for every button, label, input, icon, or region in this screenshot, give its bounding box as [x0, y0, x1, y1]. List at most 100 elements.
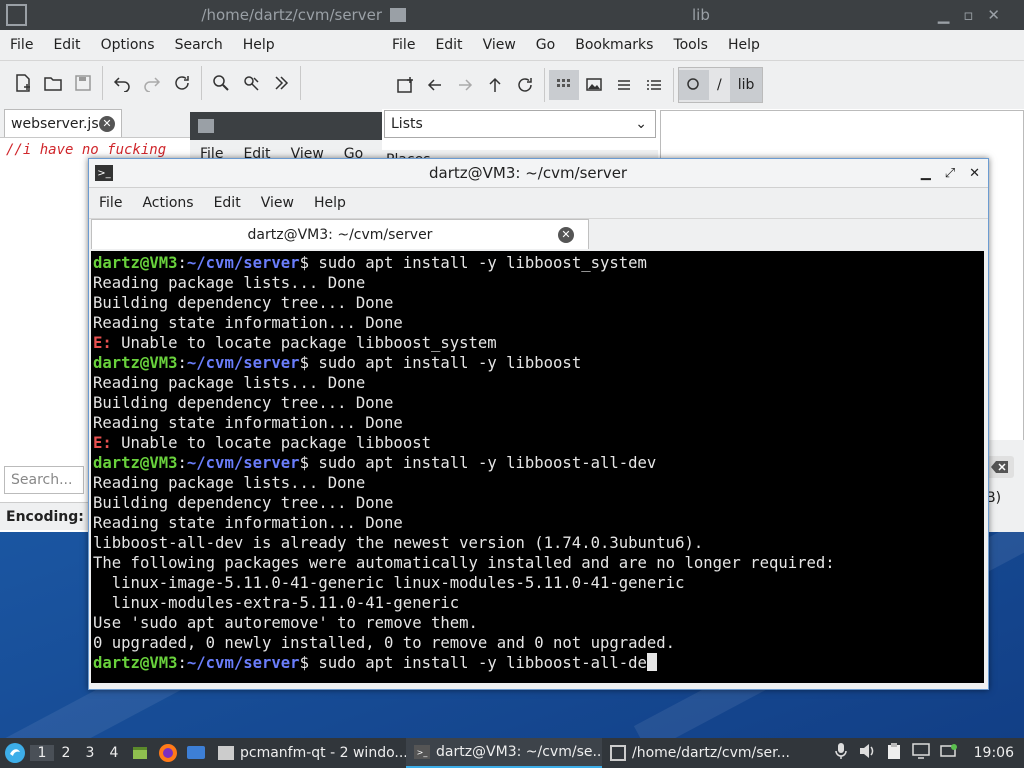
terminal-menu-view[interactable]: View	[251, 195, 304, 211]
error-prefix: E:	[93, 434, 112, 452]
thumbnail-view-icon[interactable]	[579, 70, 609, 100]
workspace-2[interactable]: 2	[54, 745, 78, 761]
editor-menu-file[interactable]: File	[0, 37, 43, 53]
terminal-titlebar[interactable]: >_ dartz@VM3: ~/cvm/server ▁ ⤢ ✕	[89, 159, 988, 188]
network-icon[interactable]	[939, 743, 958, 763]
toolbar-separator	[300, 66, 301, 100]
save-icon[interactable]	[68, 68, 98, 98]
clear-filter-icon[interactable]	[986, 456, 1014, 478]
editor-menu-options[interactable]: Options	[91, 37, 165, 53]
chevron-down-icon: ⌄	[635, 116, 647, 132]
clock[interactable]: 19:06	[974, 745, 1014, 761]
volume-icon[interactable]	[858, 743, 876, 763]
terminal-output-line: Reading state information... Done	[93, 314, 403, 332]
fm-menu-help[interactable]: Help	[718, 37, 770, 53]
redo-icon[interactable]	[137, 68, 167, 98]
replace-icon[interactable]	[236, 68, 266, 98]
terminal-output-line: libboost-all-dev is already the newest v…	[93, 534, 704, 552]
icon-view-icon[interactable]	[549, 70, 579, 100]
editor-menubar: File Edit Options Search Help	[0, 30, 382, 61]
path-root-button[interactable]: /	[709, 77, 730, 93]
task-editor[interactable]: /home/dartz/cvm/ser...	[602, 738, 798, 768]
open-folder-icon[interactable]	[38, 68, 68, 98]
fm-titlebar[interactable]: lib ▁▫✕	[382, 0, 1024, 30]
fm-menu-edit[interactable]: Edit	[425, 37, 472, 53]
error-text: Unable to locate package libboost_system	[111, 334, 497, 352]
more-chevron-icon[interactable]	[266, 68, 296, 98]
prompt-colon: :	[177, 654, 187, 672]
show-desktop-icon[interactable]	[182, 744, 210, 762]
close-icon[interactable]: ✕	[969, 166, 980, 181]
editor-menu-search[interactable]: Search	[165, 37, 233, 53]
terminal-command-line: dartz@VM3:~/cvm/server$ sudo apt install…	[93, 453, 984, 473]
reload-icon[interactable]	[167, 68, 197, 98]
small-window-titlebar[interactable]	[190, 112, 382, 140]
prompt-colon: :	[177, 454, 187, 472]
fm-menu-tools[interactable]: Tools	[663, 37, 718, 53]
task-label: dartz@VM3: ~/cvm/se...	[436, 744, 602, 760]
detailed-list-icon[interactable]	[639, 70, 669, 100]
editor-icon	[610, 745, 626, 761]
find-icon[interactable]	[206, 68, 236, 98]
command-text: sudo apt install -y libboost_system	[308, 254, 647, 272]
editor-tab-webserver[interactable]: webserver.js ✕	[4, 109, 122, 137]
close-tab-icon[interactable]: ✕	[558, 226, 574, 243]
minimize-icon[interactable]: ▁	[921, 166, 931, 181]
prompt-sign: $	[299, 354, 309, 372]
editor-toolbar	[0, 61, 382, 105]
task-label: /home/dartz/cvm/ser...	[632, 745, 790, 761]
terminal-output-line: Use 'sudo apt autoremove' to remove them…	[93, 614, 478, 632]
terminal-output-line: Building dependency tree... Done	[93, 294, 394, 312]
display-icon[interactable]	[911, 743, 930, 763]
app-menu-icon[interactable]	[0, 742, 30, 764]
terminal-output-line: Reading state information... Done	[93, 414, 403, 432]
path-bar: / lib	[678, 67, 764, 103]
terminal-output-line: The following packages were automaticall…	[93, 554, 835, 572]
task-terminal[interactable]: >_ dartz@VM3: ~/cvm/se...	[406, 738, 602, 768]
close-tab-icon[interactable]: ✕	[99, 115, 115, 132]
path-root-icon[interactable]	[679, 70, 709, 100]
terminal-icon: >_	[414, 745, 430, 759]
terminal-menu-file[interactable]: File	[89, 195, 132, 211]
command-text: sudo apt install -y libboost-all-de	[308, 654, 647, 672]
new-file-icon[interactable]	[8, 68, 38, 98]
editor-search-input[interactable]: Search...	[4, 466, 84, 494]
terminal-output[interactable]: dartz@VM3:~/cvm/server$ sudo apt install…	[91, 251, 984, 683]
back-arrow-icon[interactable]	[420, 70, 450, 100]
forward-arrow-icon[interactable]	[450, 70, 480, 100]
side-pane-mode-select[interactable]: Lists ⌄	[384, 110, 656, 138]
undo-icon[interactable]	[107, 68, 137, 98]
up-arrow-icon[interactable]	[480, 70, 510, 100]
task-label: pcmanfm-qt - 2 windo...	[240, 745, 406, 761]
terminal-menu-actions[interactable]: Actions	[132, 195, 203, 211]
new-tab-icon[interactable]	[390, 70, 420, 100]
editor-titlebar[interactable]: /home/dartz/cvm/server	[0, 0, 382, 30]
terminal-tab[interactable]: dartz@VM3: ~/cvm/server ✕	[91, 219, 589, 249]
editor-menu-help[interactable]: Help	[233, 37, 285, 53]
maximize-icon[interactable]: ⤢	[945, 166, 955, 181]
editor-menu-edit[interactable]: Edit	[43, 37, 90, 53]
toolbar-separator	[102, 66, 103, 100]
terminal-output-line: Building dependency tree... Done	[93, 494, 394, 512]
editor-title: /home/dartz/cvm/server	[201, 6, 382, 24]
workspace-3[interactable]: 3	[78, 745, 102, 761]
compact-view-icon[interactable]	[609, 70, 639, 100]
terminal-error-line: E: Unable to locate package libboost	[93, 433, 984, 453]
code-line[interactable]: //i have no fucking	[6, 142, 166, 158]
path-current-button[interactable]: lib	[729, 68, 763, 102]
firefox-launcher-icon[interactable]	[154, 743, 182, 763]
fm-menu-view[interactable]: View	[473, 37, 526, 53]
workspace-4[interactable]: 4	[102, 745, 126, 761]
refresh-icon[interactable]	[510, 70, 540, 100]
fm-menu-go[interactable]: Go	[526, 37, 565, 53]
microphone-icon[interactable]	[834, 742, 848, 764]
fm-menu-bookmarks[interactable]: Bookmarks	[565, 37, 663, 53]
terminal-menu-help[interactable]: Help	[304, 195, 356, 211]
task-pcmanfm[interactable]: pcmanfm-qt - 2 windo...	[210, 738, 406, 768]
clipboard-icon[interactable]	[886, 742, 902, 764]
fm-window-controls[interactable]: ▁▫✕	[938, 6, 1014, 24]
fm-menu-file[interactable]: File	[382, 37, 425, 53]
terminal-menu-edit[interactable]: Edit	[204, 195, 251, 211]
file-manager-launcher-icon[interactable]	[126, 744, 154, 762]
workspace-1[interactable]: 1	[30, 745, 54, 761]
